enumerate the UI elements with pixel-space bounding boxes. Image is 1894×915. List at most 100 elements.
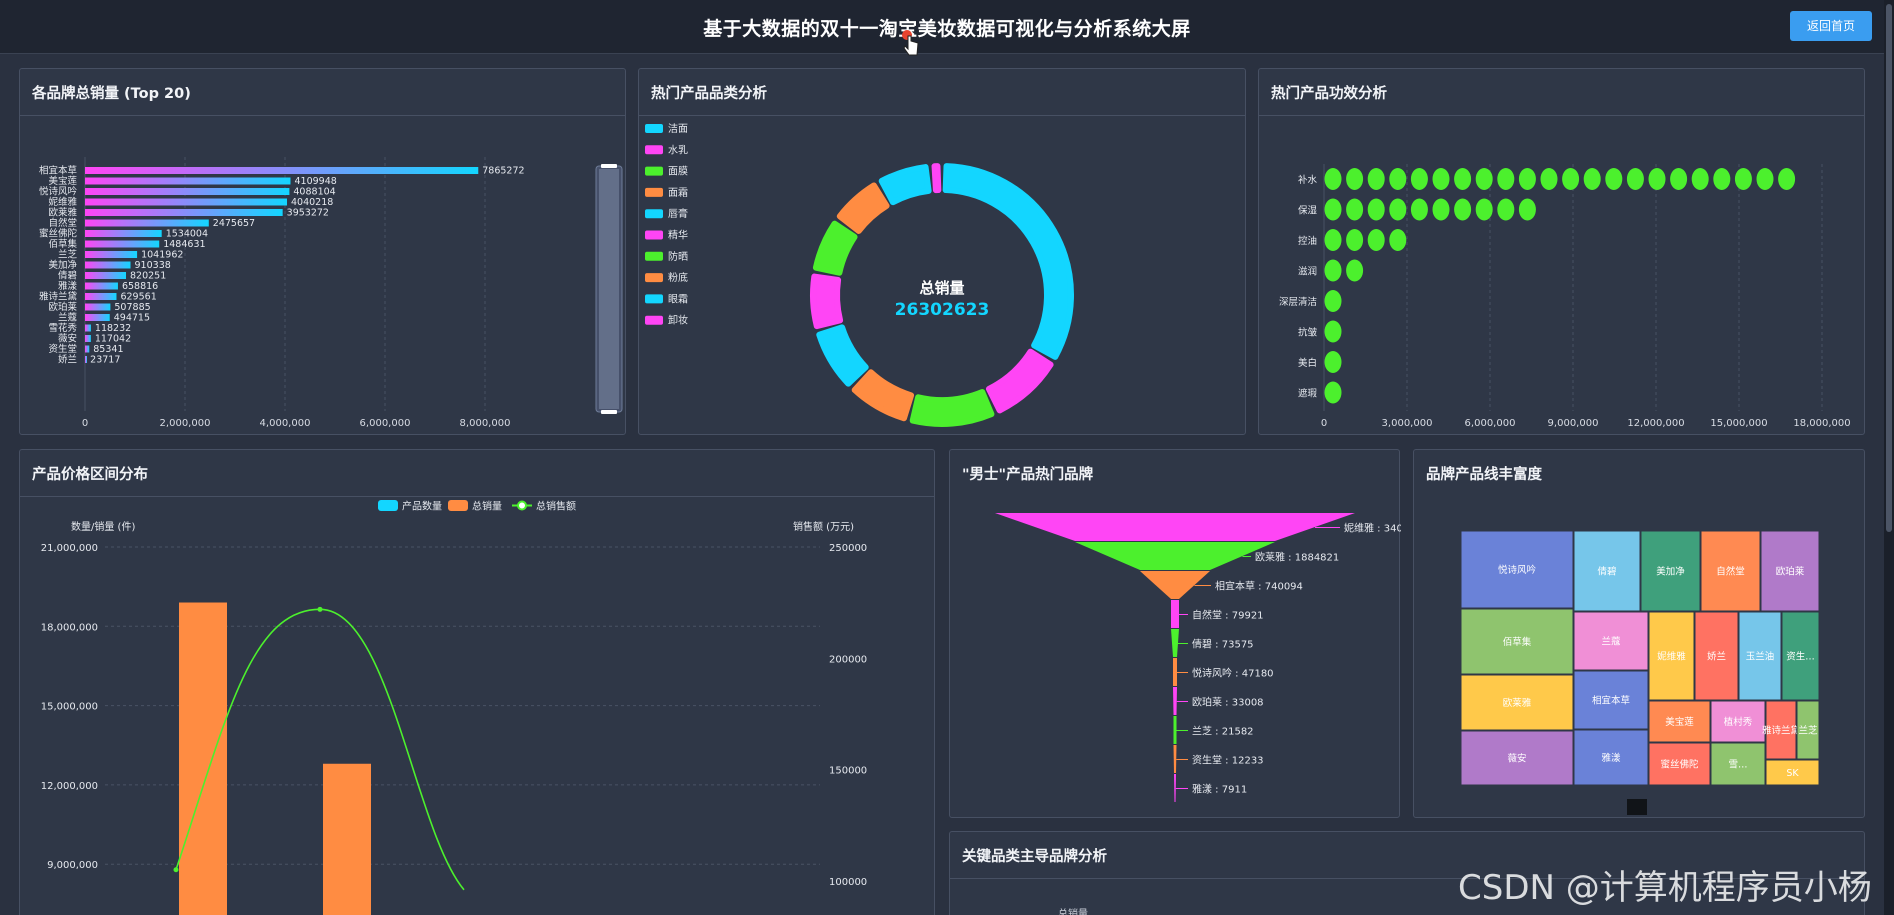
bar xyxy=(85,335,91,342)
richness-panel: 品牌产品线丰富度 悦诗风吟 倩碧 美加净 自然堂 欧珀莱 佰草集 兰蔻 妮维雅 娇兰 玉兰油 资生…… xyxy=(1413,449,1865,818)
treemap-label: 欧莱雅 xyxy=(1503,697,1532,709)
brand-sales-panel: 各品牌总销量 (Top 20) 0 2,000,000 4,000,000 6,000… xyxy=(19,68,626,435)
x-tick-label: 3,000,000 xyxy=(1382,418,1433,429)
y-tick-label-right: 250000 xyxy=(829,543,867,554)
effect-symbol xyxy=(1324,320,1342,343)
effect-symbol xyxy=(1324,168,1342,190)
effect-symbol xyxy=(1324,229,1342,251)
category-label: 妮维雅 xyxy=(48,196,77,208)
effect-symbol xyxy=(1432,168,1450,190)
y-axis-right-label: 销售额 (万元) xyxy=(793,520,854,533)
bar xyxy=(85,167,479,174)
legend-label: 粉底 xyxy=(668,271,688,284)
legend-swatch xyxy=(645,251,663,261)
x-tick-label: 18,000,000 xyxy=(1793,418,1850,429)
x-tick-label: 0 xyxy=(82,418,88,429)
donut-slice xyxy=(909,388,995,427)
effect-symbol xyxy=(1389,229,1407,251)
treemap-breadcrumb xyxy=(1627,799,1647,815)
sales-amount-point xyxy=(317,606,323,612)
value-label: 2475657 xyxy=(213,218,255,229)
page-scrollbar[interactable] xyxy=(1884,0,1894,915)
effect-symbol xyxy=(1518,168,1536,190)
legend-swatch xyxy=(645,315,663,325)
bar xyxy=(85,209,283,216)
x-tick-label: 9,000,000 xyxy=(1548,418,1599,429)
funnel-label: 自然堂 : 79921 xyxy=(1192,609,1264,622)
value-label: 507885 xyxy=(114,302,150,313)
legend-label: 防晒 xyxy=(668,250,688,263)
funnel-label: 欧莱雅 : 1884821 xyxy=(1255,551,1339,564)
donut-slice xyxy=(812,220,858,276)
treemap-label: 悦诗风吟 xyxy=(1498,564,1537,576)
legend-label: 精华 xyxy=(668,229,688,242)
category-label: 相宜本草 xyxy=(39,165,77,177)
treemap-label: 雪… xyxy=(1728,760,1747,771)
richness-treemap: 悦诗风吟 倩碧 美加净 自然堂 欧珀莱佰草集 兰蔻妮维雅 娇兰 玉兰油 资生… 欧莱雅 相宜本草美宝… xyxy=(1460,530,1820,815)
effect-symbol xyxy=(1410,168,1428,190)
treemap-label: 佰草集 xyxy=(1503,636,1532,648)
funnel-label: 悦诗风吟 : 47180 xyxy=(1192,667,1274,680)
donut-slice xyxy=(851,369,915,422)
effect-symbol xyxy=(1346,259,1364,282)
effect-symbol xyxy=(1454,168,1472,190)
value-label: 1534004 xyxy=(166,229,208,240)
category-label: 欧珀莱 xyxy=(48,301,77,313)
category-label: 雅诗兰黛 xyxy=(39,291,78,303)
category-label: 保湿 xyxy=(1298,205,1318,217)
category-label: 薇安 xyxy=(58,333,77,345)
category-label: 蜜丝佛陀 xyxy=(39,228,78,240)
bar xyxy=(85,324,91,332)
category-label: 美宝莲 xyxy=(48,175,77,187)
legend-label: 面霜 xyxy=(668,187,688,199)
zoom-slider-fill xyxy=(599,169,619,409)
legend-label: 眼霜 xyxy=(668,293,688,305)
hand-cursor-icon xyxy=(902,30,919,56)
key-category-title: 关键品类主导品牌分析 xyxy=(962,849,1107,865)
legend-swatch xyxy=(645,230,663,240)
price-chart: 产品数量 总销量 总销售额数量/销量 (件) 销售额 (万元) 21,000,000 18… xyxy=(41,500,867,915)
effect-symbol xyxy=(1497,168,1515,190)
funnel-segment xyxy=(1171,600,1179,628)
category-donut-chart: 洁面水乳面膜面霜唇膏精华防晒粉底眼霜卸妆 总销量 26302623 xyxy=(645,122,1074,427)
effect-symbol xyxy=(1346,198,1364,221)
y-tick-label-left: 21,000,000 xyxy=(41,543,98,554)
category-label: 美白 xyxy=(1298,357,1317,369)
value-label: 117042 xyxy=(95,334,131,345)
effect-symbol xyxy=(1389,168,1407,190)
legend-label: 面膜 xyxy=(668,166,688,178)
effect-symbol xyxy=(1410,198,1428,221)
bar xyxy=(85,230,162,237)
funnel-label: 妮维雅 : 340532 xyxy=(1344,522,1401,535)
funnel-label: 资生堂 : 12233 xyxy=(1192,754,1264,767)
x-tick-label: 12,000,000 xyxy=(1627,418,1684,429)
y-tick-label-left: 12,000,000 xyxy=(41,781,98,792)
bar xyxy=(85,303,111,311)
home-button[interactable]: 返回首页 xyxy=(1790,11,1872,41)
bar xyxy=(85,282,118,290)
effect-symbol xyxy=(1583,168,1601,190)
value-label: 3953272 xyxy=(287,208,329,219)
treemap-label: 蜜丝佛陀 xyxy=(1660,759,1699,771)
legend-label: 水乳 xyxy=(668,143,688,156)
bar xyxy=(85,356,87,363)
x-tick-label: 8,000,000 xyxy=(460,418,511,429)
price-panel: 产品价格区间分布 产品数量 总销量 总销售额 数量/销量 (件) 销售额 (万元) 21,… xyxy=(19,449,935,915)
sales-bar xyxy=(179,602,227,915)
value-label: 118232 xyxy=(95,323,131,334)
value-label: 85341 xyxy=(93,344,123,355)
category-label: 雅漾 xyxy=(58,280,78,292)
bar xyxy=(85,345,90,353)
x-tick-label: 2,000,000 xyxy=(160,418,211,429)
treemap-label: 倩碧 xyxy=(1597,566,1616,578)
effect-symbol xyxy=(1367,229,1385,251)
funnel-label: 雅漾 : 7911 xyxy=(1192,783,1247,796)
effect-symbol xyxy=(1346,168,1364,190)
legend-label: 总销量 xyxy=(472,500,502,513)
treemap-label: 娇兰 xyxy=(1707,651,1726,663)
legend-swatch xyxy=(645,294,663,304)
legend-label: 产品数量 xyxy=(402,500,442,513)
effect-panel: 热门产品功效分析 0 3,000,000 6,000,000 9,000,000 12,… xyxy=(1258,68,1865,435)
donut-center-label: 总销量 xyxy=(919,279,964,297)
value-label: 1484631 xyxy=(163,239,205,250)
